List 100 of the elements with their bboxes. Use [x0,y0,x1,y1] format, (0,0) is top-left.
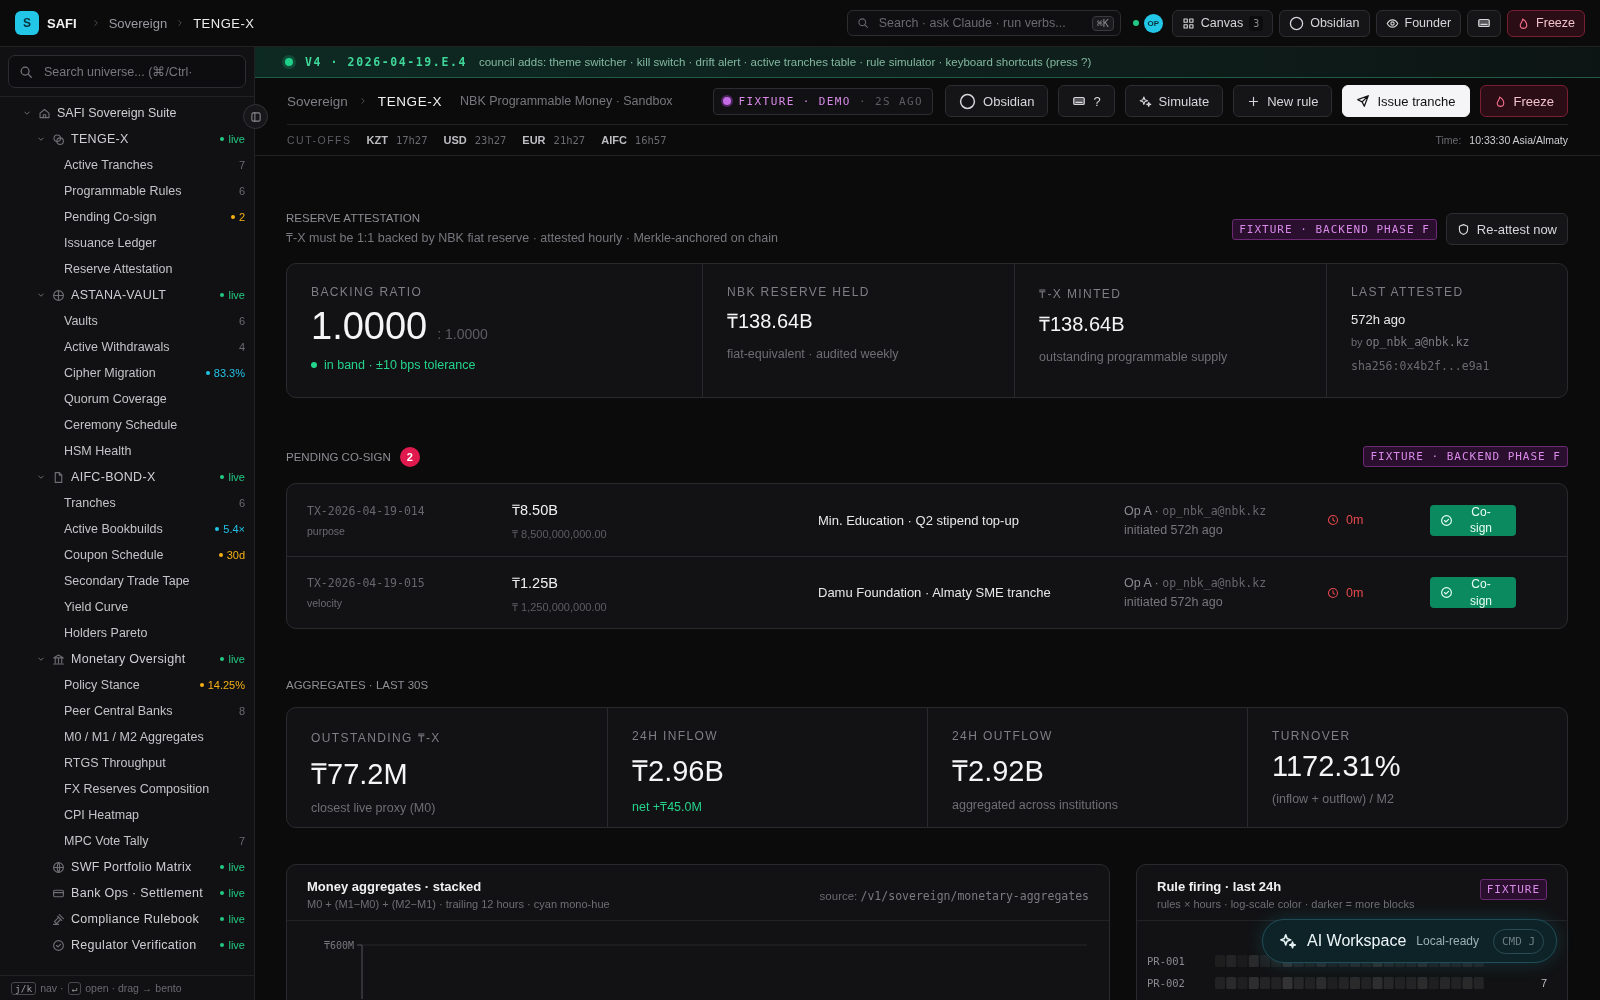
count-label: 4 [238,341,245,353]
page-subtitle: NBK Programmable Money · Sandbox [460,94,673,108]
freeze-button[interactable]: Freeze [1507,9,1585,37]
search-input[interactable]: Search universe... (⌘/Ctrl· [42,63,235,80]
status-dot [285,58,293,66]
operator-name: Op A · [1124,503,1159,518]
nav-item[interactable]: Vaults [64,314,239,328]
clock-icon [1327,586,1339,599]
nav-item[interactable]: HSM Health [64,444,245,458]
nav-item[interactable]: Tranches [64,496,239,510]
cutoff-time: 21h27 [553,134,586,146]
nav-item[interactable]: Cipher Migration [64,366,206,380]
nav-item[interactable]: TENGE-X [71,132,221,146]
nav-item[interactable]: Holders Pareto [64,626,245,640]
nav-item[interactable]: Regulator Verification [71,938,221,952]
logo[interactable]: S [15,11,39,35]
nav-item[interactable]: Bank Ops · Settlement [71,886,221,900]
co-sign-button[interactable]: Co-sign [1430,504,1516,536]
nav-item[interactable]: Active Tranches [64,158,239,172]
timer-value: 0m [1346,585,1364,600]
check-circle-icon [1440,513,1453,527]
theme-button[interactable]: Obsidian [945,85,1049,117]
count-label: 8 [238,705,245,717]
breadcrumb-link[interactable]: TENGE-X [377,93,442,109]
nav-item[interactable]: ASTANA-VAULT [71,288,221,302]
nav-item[interactable]: Issuance Ledger [64,236,245,250]
tolerance-note: in band · ±10 bps tolerance [324,358,476,372]
ratio-target: : 1.0000 [437,326,488,342]
avatar[interactable]: OP [1143,13,1163,33]
breadcrumb-link[interactable]: Sovereign [108,15,168,31]
coins-icon [52,132,65,146]
nav-item[interactable]: Secondary Trade Tape [64,574,245,588]
amount-value: ₸138.64B [1039,312,1126,337]
status-label: live [228,653,245,665]
nav-item[interactable]: Programmable Rules [64,184,239,198]
nav-item[interactable]: SAFI Sovereign Suite [57,106,245,120]
search-field[interactable]: Search universe... (⌘/Ctrl· [8,55,246,88]
status-label: live [228,861,245,873]
nav-item[interactable]: Coupon Schedule [64,548,219,562]
operator-email: op_nbk_a@nbk.kz [1162,576,1267,590]
nav-item[interactable]: M0 / M1 / M2 Aggregates [64,730,245,744]
new-rule-button[interactable]: New rule [1233,85,1333,117]
nav-item[interactable]: Policy Stance [64,678,200,692]
panel-icon [249,110,262,123]
canvas-button[interactable]: Canvas 3 [1171,9,1274,37]
nav-item[interactable]: Quorum Coverage [64,392,245,406]
ai-workspace-button[interactable]: AI Workspace Local-ready CMD J [1262,919,1558,963]
card-note: outstanding programmable supply [1039,350,1229,364]
nav-item[interactable]: AIFC-BOND-X [71,470,221,484]
status-label: live [228,133,245,145]
view-button[interactable]: Founder [1375,9,1462,37]
nav-item[interactable]: Yield Curve [64,600,245,614]
circle-icon [1289,15,1305,31]
nav-item[interactable]: CPI Heatmap [64,808,245,822]
re-attest-button[interactable]: Re-attest now [1445,213,1568,245]
nav-item[interactable]: Active Bookbuilds [64,522,216,536]
breadcrumb-link[interactable]: Sovereign [287,93,348,109]
source-path: /v1/sovereign/monetary-aggregates [860,889,1089,903]
nav-item[interactable]: Monetary Oversight [71,652,221,666]
nav-item[interactable]: Pending Co-sign [64,210,231,224]
stat-label: OUTSTANDING ₸-X [311,730,442,746]
section-title: AGGREGATES · LAST 30S [286,679,429,691]
search-input[interactable]: Search · ask Claude · run verbs... [876,15,1084,31]
theme-button[interactable]: Obsidian [1279,9,1370,37]
search-icon [19,64,33,79]
cutoff-time: 16h57 [634,134,667,146]
nav-item[interactable]: RTGS Throughput [64,756,245,770]
bank-icon [52,652,65,666]
nav-item[interactable]: Compliance Rulebook [71,912,221,926]
nav-item[interactable]: SWF Portfolio Matrix [71,860,221,874]
nav-item[interactable]: FX Reserves Composition [64,782,245,796]
attested-time: 572h ago [1351,312,1407,327]
hint-text: open · drag → bento [85,982,182,994]
key-hint: ↵ [67,981,82,995]
card-note: fiat-equivalent · audited weekly [727,347,900,361]
nav-item[interactable]: Peer Central Banks [64,704,239,718]
sparkle-icon [1138,94,1152,108]
nav-item[interactable]: Ceremony Schedule [64,418,245,432]
shortcut-hint: ⌘K [1091,15,1114,31]
issue-tranche-button[interactable]: Issue tranche [1342,85,1470,117]
panel-subtitle: rules × hours · log-scale color · darker = more blocks [1157,898,1416,910]
fixture-tag: FIXTURE · BACKEND PHASE F [1363,446,1568,467]
eye-icon [1385,16,1399,30]
keyboard-button[interactable]: ? [1058,85,1115,117]
simulate-button[interactable]: Simulate [1124,85,1224,117]
keyboard-button[interactable] [1467,9,1502,37]
count-badge: 3 [1249,15,1264,31]
stat-label: 24H INFLOW [632,729,719,743]
breadcrumb-link[interactable]: TENGE-X [193,15,255,31]
transaction-id: TX-2026-04-19-014 [307,503,426,518]
stat-value: ₸2.96B [632,754,725,789]
nav-item[interactable]: Reserve Attestation [64,262,245,276]
tick-label: ₸600M [323,940,354,951]
nav-item[interactable]: Active Withdrawals [64,340,239,354]
cutoff-time: 17h27 [395,134,428,146]
nav-item[interactable]: MPC Vote Tally [64,834,239,848]
currency-code: USD [443,134,467,146]
freeze-button[interactable]: Freeze [1479,85,1568,117]
co-sign-button[interactable]: Co-sign [1430,577,1516,608]
search-field[interactable]: Search · ask Claude · run verbs... ⌘K [846,10,1121,36]
